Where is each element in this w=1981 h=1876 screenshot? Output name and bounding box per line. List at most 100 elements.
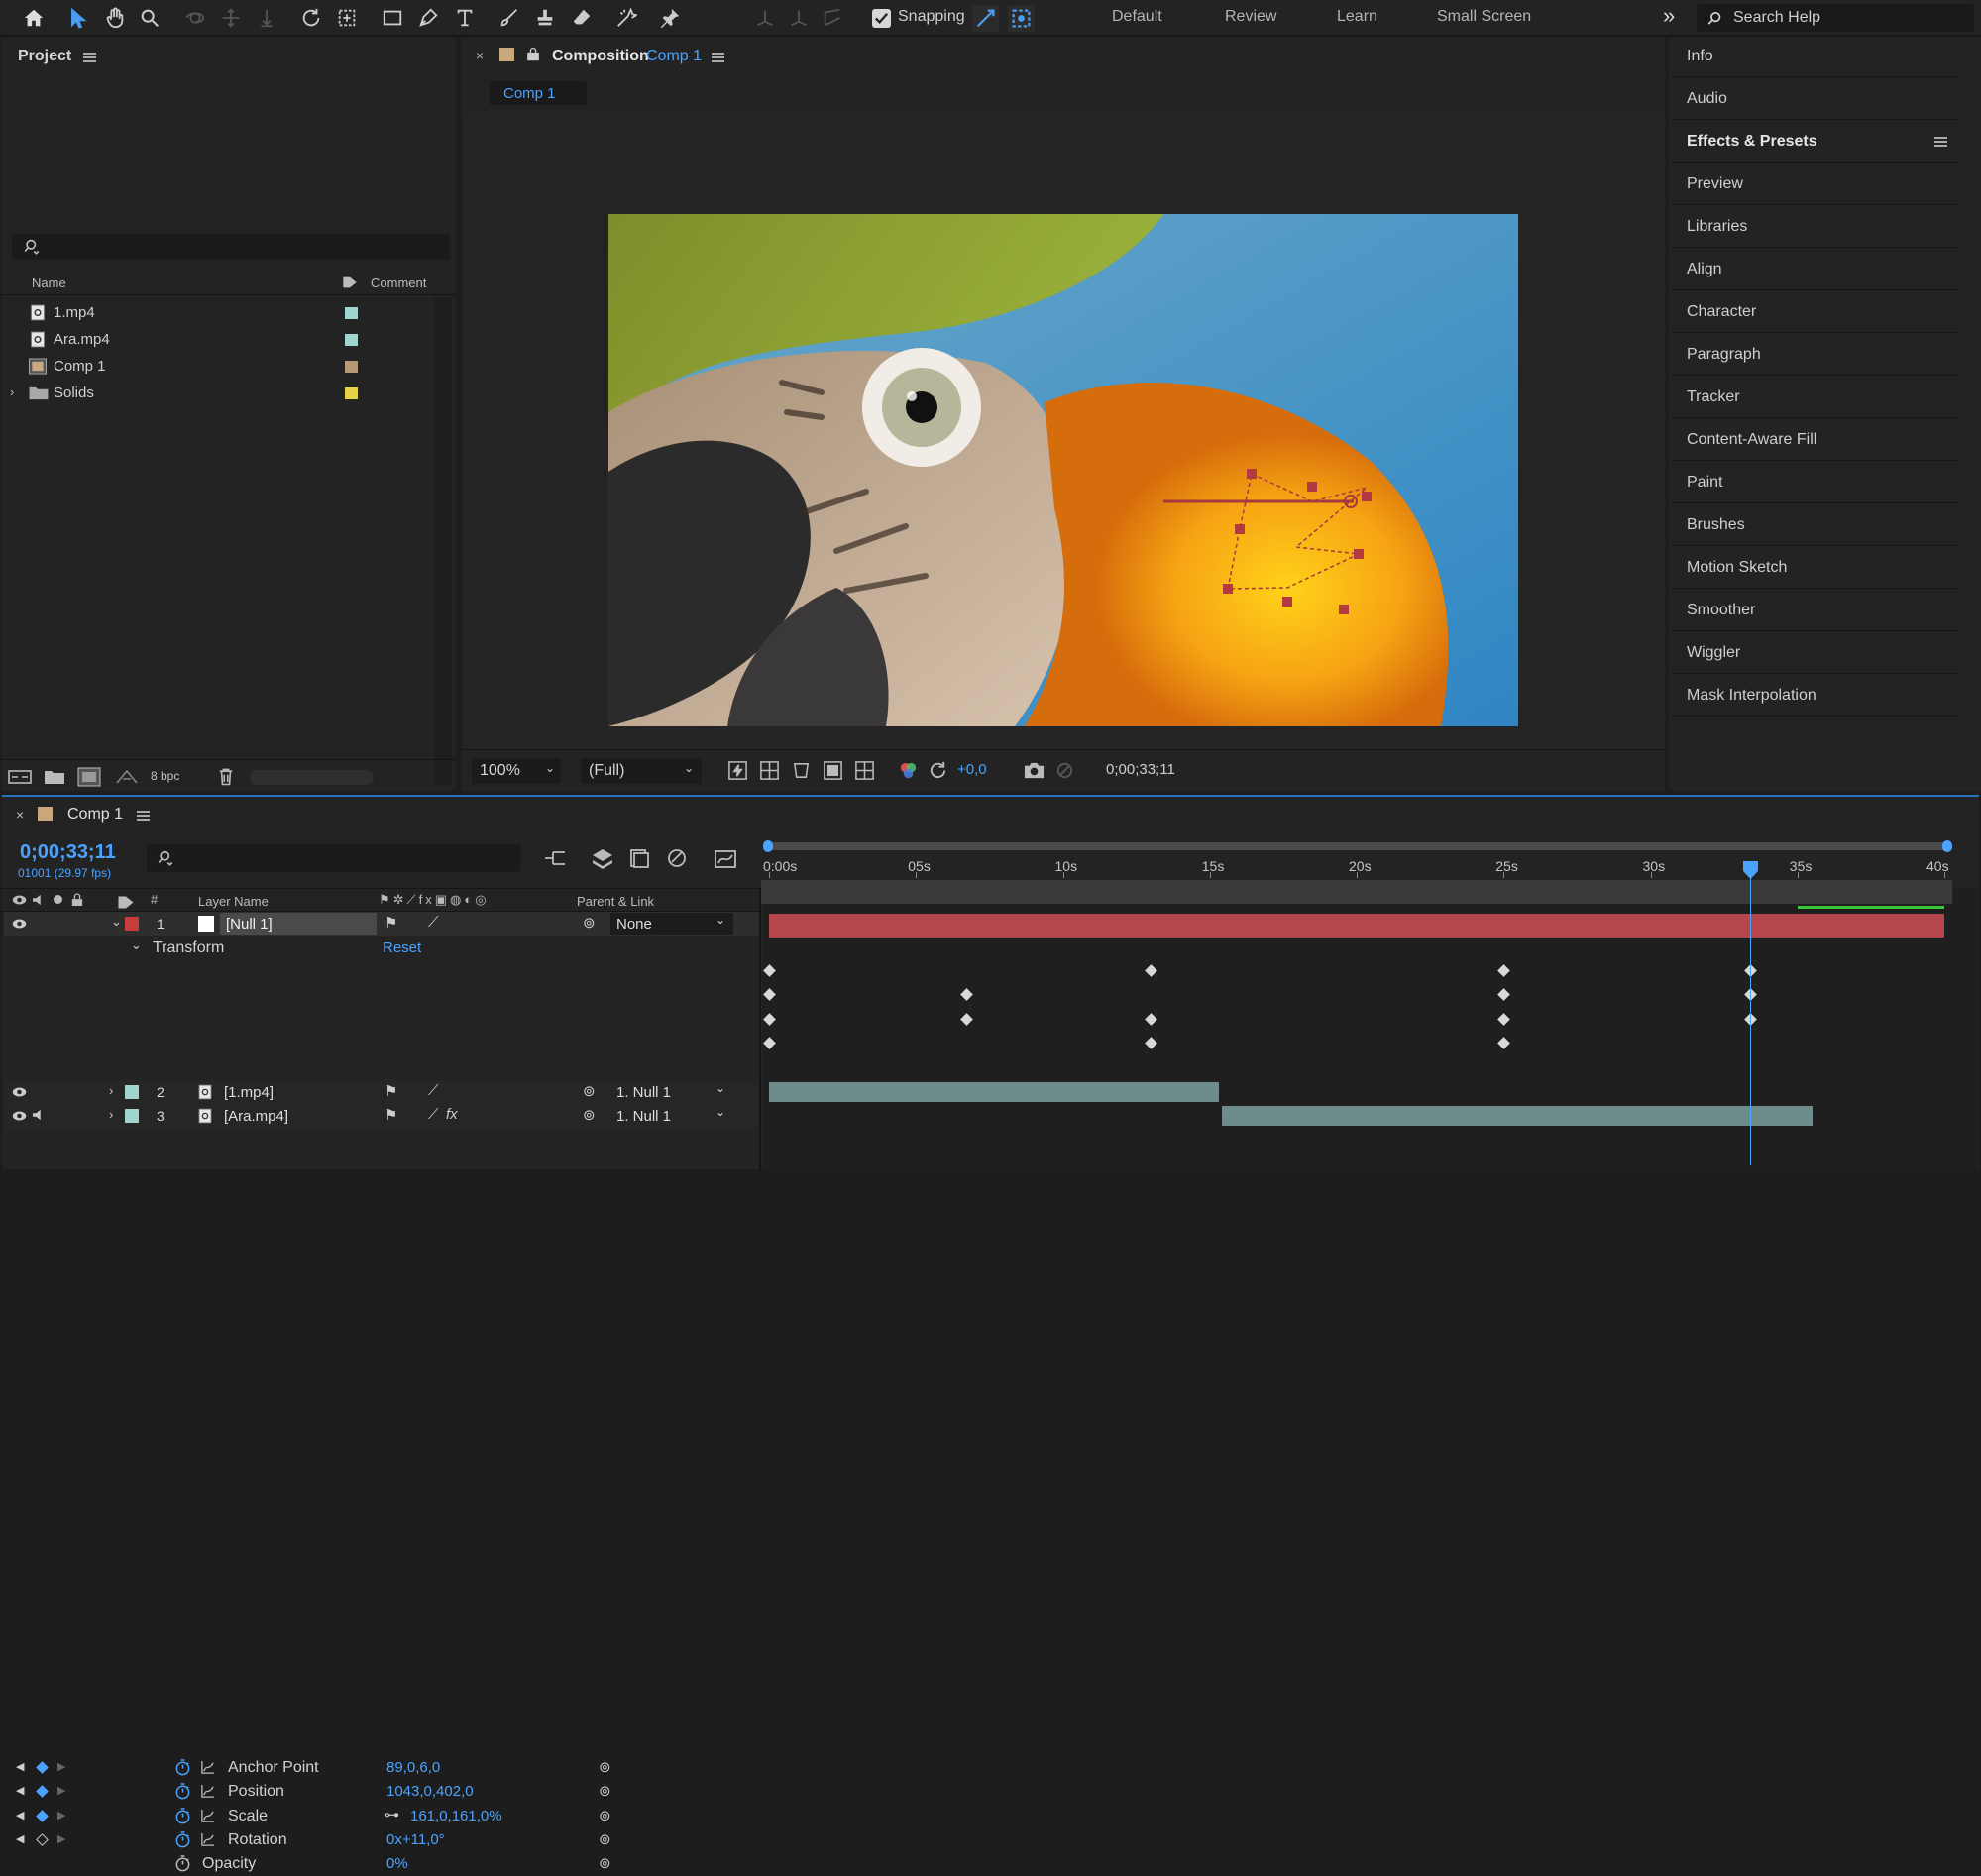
stopwatch-icon[interactable] <box>174 1759 191 1776</box>
channel-icon[interactable] <box>898 760 919 781</box>
frame-blending-icon[interactable] <box>666 847 688 869</box>
pick-whip-icon[interactable]: ⊚ <box>599 1830 611 1848</box>
more-workspaces-button[interactable]: » <box>1663 3 1675 29</box>
prev-keyframe-icon[interactable]: ◀ <box>16 1809 24 1821</box>
label-color-swatch[interactable] <box>345 307 358 319</box>
graph-toggle-icon[interactable] <box>200 1760 215 1775</box>
property-row[interactable]: Opacity 0% ⊚ <box>4 1852 761 1876</box>
layer-row-3[interactable]: › 3 [Ara.mp4] ⚑ ⟋ fx ⊚ 1. Null 1 ⌄ <box>4 1104 761 1128</box>
next-keyframe-icon[interactable]: ▶ <box>57 1760 65 1773</box>
search-help-field[interactable]: Search Help <box>1697 4 1974 32</box>
workspace-small-screen[interactable]: Small Screen <box>1437 8 1531 26</box>
composition-name-dropdown[interactable]: Comp 1 <box>646 48 702 65</box>
work-area-start-handle[interactable] <box>763 840 773 852</box>
panel-item-character[interactable]: Character <box>1671 291 1958 333</box>
lock-icon[interactable] <box>527 47 539 61</box>
layer-duration-bar[interactable] <box>769 1082 1219 1102</box>
stopwatch-icon[interactable] <box>174 1831 191 1848</box>
quality-switch-icon[interactable]: ⟋ <box>428 1082 439 1099</box>
clone-stamp-tool-icon[interactable] <box>531 4 559 32</box>
visibility-eye-icon[interactable] <box>12 1110 27 1122</box>
stopwatch-icon[interactable] <box>174 1807 191 1824</box>
new-composition-icon[interactable] <box>77 767 101 787</box>
project-panel-menu-icon[interactable] <box>83 53 96 62</box>
panel-item-align[interactable]: Align <box>1671 249 1958 290</box>
parent-dropdown[interactable]: 1. Null 1 ⌄ <box>610 1081 733 1103</box>
property-row[interactable]: ◀ ▶ Scale ⊶ 161,0,161,0% ⊚ <box>4 1805 761 1828</box>
snapping-checkbox[interactable] <box>872 9 891 28</box>
label-color-swatch[interactable] <box>345 361 358 373</box>
property-value[interactable]: 0% <box>386 1855 408 1872</box>
visibility-eye-icon[interactable] <box>12 1086 27 1098</box>
home-icon[interactable] <box>20 4 48 32</box>
layer-label-swatch[interactable] <box>125 1109 139 1123</box>
quality-switch-icon[interactable]: ⟋ <box>428 914 439 931</box>
property-row[interactable]: ◀ ▶ Rotation 0x+11,0° ⊚ <box>4 1828 761 1852</box>
work-area-range[interactable] <box>761 880 1952 904</box>
pick-whip-icon[interactable]: ⊚ <box>599 1854 611 1872</box>
project-settings-icon[interactable] <box>115 767 139 787</box>
bit-depth-button[interactable]: 8 bpc <box>151 769 179 783</box>
label-color-swatch[interactable] <box>345 334 358 346</box>
video-column-icon[interactable] <box>12 894 27 906</box>
panel-item-brushes[interactable]: Brushes <box>1671 504 1958 546</box>
effects-presets-menu-icon[interactable] <box>1934 137 1947 147</box>
property-row[interactable]: ◀ ▶ Anchor Point 89,0,6,0 ⊚ <box>4 1756 761 1780</box>
layer-duration-bar[interactable] <box>1221 1106 1813 1126</box>
transparency-grid-icon[interactable] <box>759 760 780 781</box>
name-column-header[interactable]: Name <box>32 276 66 290</box>
layer-duration-bar[interactable] <box>769 914 1944 938</box>
work-area-bar[interactable] <box>765 842 1948 850</box>
draft-3d-icon[interactable] <box>591 847 614 869</box>
project-item-solids[interactable]: › Solids <box>6 380 452 406</box>
trash-icon[interactable] <box>218 767 234 786</box>
shy-switch-icon[interactable]: ⚑ <box>385 1082 397 1100</box>
property-value[interactable]: 89,0,6,0 <box>386 1759 440 1776</box>
workspace-review[interactable]: Review <box>1225 8 1276 26</box>
graph-editor-icon[interactable] <box>714 847 737 869</box>
roto-brush-tool-icon[interactable] <box>612 4 640 32</box>
panel-item-paragraph[interactable]: Paragraph <box>1671 334 1958 376</box>
effects-switch-icon[interactable]: fx <box>446 1106 458 1123</box>
rectangle-tool-icon[interactable] <box>379 4 406 32</box>
parent-dropdown[interactable]: 1. Null 1 ⌄ <box>610 1105 733 1127</box>
snap-edges-icon[interactable] <box>972 5 999 32</box>
layer-label-swatch[interactable] <box>125 1085 139 1099</box>
project-item-1-mp4[interactable]: 1.mp4 <box>6 299 452 326</box>
mask-visibility-icon[interactable] <box>791 760 812 781</box>
property-value[interactable]: 161,0,161,0% <box>410 1808 502 1824</box>
layer-row-1[interactable]: ⌄ 1 [Null 1] ⚑ ⟋ ⊚ None ⌄ <box>4 912 761 936</box>
composition-current-time[interactable]: 0;00;33;11 <box>1106 761 1175 778</box>
panel-item-motion-sketch[interactable]: Motion Sketch <box>1671 547 1958 589</box>
resolution-dropdown[interactable]: (Full) ⌄ <box>581 758 702 784</box>
transform-group-label[interactable]: Transform <box>153 939 224 957</box>
work-area-end-handle[interactable] <box>1942 840 1952 852</box>
property-value[interactable]: 1043,0,402,0 <box>386 1783 474 1800</box>
stopwatch-icon[interactable] <box>174 1783 191 1800</box>
graph-toggle-icon[interactable] <box>200 1809 215 1823</box>
prev-keyframe-icon[interactable]: ◀ <box>16 1760 24 1773</box>
workspace-learn[interactable]: Learn <box>1337 8 1377 26</box>
timeline-search-input[interactable] <box>147 844 521 872</box>
comp-tab[interactable]: Comp 1 <box>490 81 587 105</box>
pan-behind-tool-icon[interactable] <box>333 4 361 32</box>
puppet-pin-tool-icon[interactable] <box>656 4 684 32</box>
add-keyframe-icon[interactable] <box>36 1785 49 1799</box>
project-item-comp-1[interactable]: Comp 1 <box>6 353 452 380</box>
close-icon[interactable]: × <box>16 807 24 823</box>
comp-mini-flowchart-icon[interactable] <box>543 848 567 868</box>
pick-whip-icon[interactable]: ⊚ <box>583 1082 596 1100</box>
project-item-ara-mp4[interactable]: Ara.mp4 <box>6 326 452 353</box>
world-axis-mode-icon[interactable] <box>785 4 813 32</box>
next-keyframe-icon[interactable]: ▶ <box>57 1832 65 1845</box>
transform-reset-link[interactable]: Reset <box>383 939 421 956</box>
layer-label-swatch[interactable] <box>125 917 139 931</box>
expand-chevron-icon[interactable]: › <box>10 385 14 399</box>
lock-column-icon[interactable] <box>71 893 83 907</box>
local-axis-mode-icon[interactable] <box>751 4 779 32</box>
comment-column-header[interactable]: Comment <box>371 276 426 290</box>
layer-name-column-header[interactable]: Layer Name <box>198 894 269 909</box>
panel-item-smoother[interactable]: Smoother <box>1671 590 1958 631</box>
pick-whip-icon[interactable]: ⊚ <box>583 1106 596 1124</box>
add-keyframe-icon[interactable] <box>36 1833 49 1846</box>
